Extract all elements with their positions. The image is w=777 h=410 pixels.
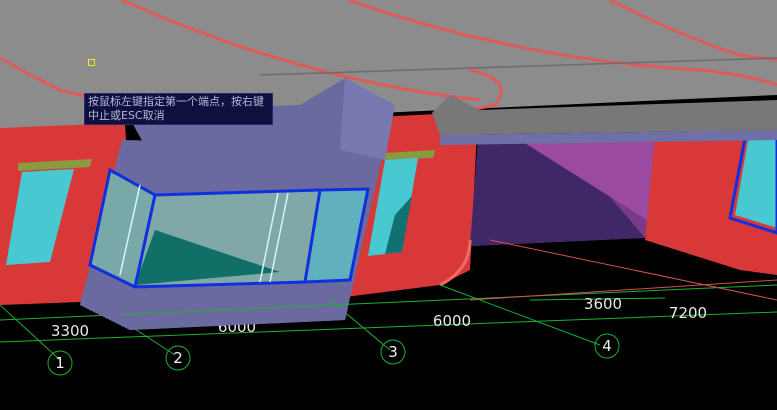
3d-viewport[interactable]: 1 2 3 4 3300 6000 6000 3600 7200 按鼠标左键指定… [0,0,777,410]
dimension-3600[interactable]: 3600 [584,295,622,313]
axis-bubble-3[interactable]: 3 [380,339,406,365]
model-scene[interactable]: 1 2 3 4 3300 6000 6000 3600 7200 [0,0,777,410]
axis-label-3: 3 [388,343,398,361]
axis-bubble-4[interactable]: 4 [594,333,620,359]
axis-label-2: 2 [173,349,183,367]
pick-cursor-icon [88,59,95,66]
dimension-3300[interactable]: 3300 [51,322,89,340]
axis-bubble-2[interactable]: 2 [165,345,191,371]
axis-label-1: 1 [55,354,65,372]
axis-bubble-1[interactable]: 1 [47,350,73,376]
command-prompt-tooltip: 按鼠标左键指定第一个端点，按右键中止或ESC取消 [84,93,273,125]
axis-label-4: 4 [602,337,612,355]
dimension-6000[interactable]: 6000 [433,312,471,330]
dimension-7200[interactable]: 7200 [669,304,707,322]
